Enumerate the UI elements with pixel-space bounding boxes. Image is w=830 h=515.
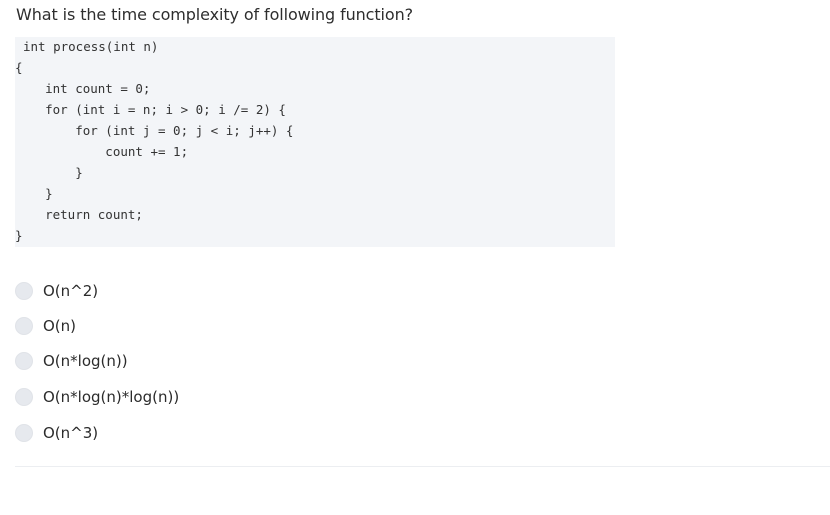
code-line: for (int j = 0; j < i; j++) { [15, 123, 294, 138]
radio-button[interactable] [15, 424, 33, 442]
code-line: } [15, 228, 23, 243]
answer-option[interactable]: O(n) [15, 316, 315, 336]
answer-option[interactable]: O(n*log(n)) [15, 351, 315, 371]
question-text: What is the time complexity of following… [16, 5, 414, 24]
answer-option-label[interactable]: O(n^2) [43, 281, 98, 301]
code-line: } [15, 186, 53, 201]
answer-option[interactable]: O(n^3) [15, 423, 315, 443]
code-line: count += 1; [15, 144, 189, 159]
code-line: int process(int n) [23, 39, 159, 54]
code-line: int count = 0; [15, 81, 151, 96]
divider [15, 466, 830, 467]
answer-option[interactable]: O(n^2) [15, 281, 315, 301]
radio-button[interactable] [15, 282, 33, 300]
code-line: } [15, 165, 83, 180]
code-line: return count; [15, 207, 143, 222]
radio-button[interactable] [15, 388, 33, 406]
code-line: { [15, 60, 23, 75]
radio-button[interactable] [15, 352, 33, 370]
radio-button[interactable] [15, 317, 33, 335]
answer-option-label[interactable]: O(n*log(n)) [43, 351, 128, 371]
answer-option-label[interactable]: O(n) [43, 316, 76, 336]
code-line: for (int i = n; i > 0; i /= 2) { [15, 102, 286, 117]
answer-option[interactable]: O(n*log(n)*log(n)) [15, 387, 315, 407]
answer-option-label[interactable]: O(n*log(n)*log(n)) [43, 387, 179, 407]
answer-option-label[interactable]: O(n^3) [43, 423, 98, 443]
code-block: int process(int n) { int count = 0; for … [15, 37, 615, 247]
